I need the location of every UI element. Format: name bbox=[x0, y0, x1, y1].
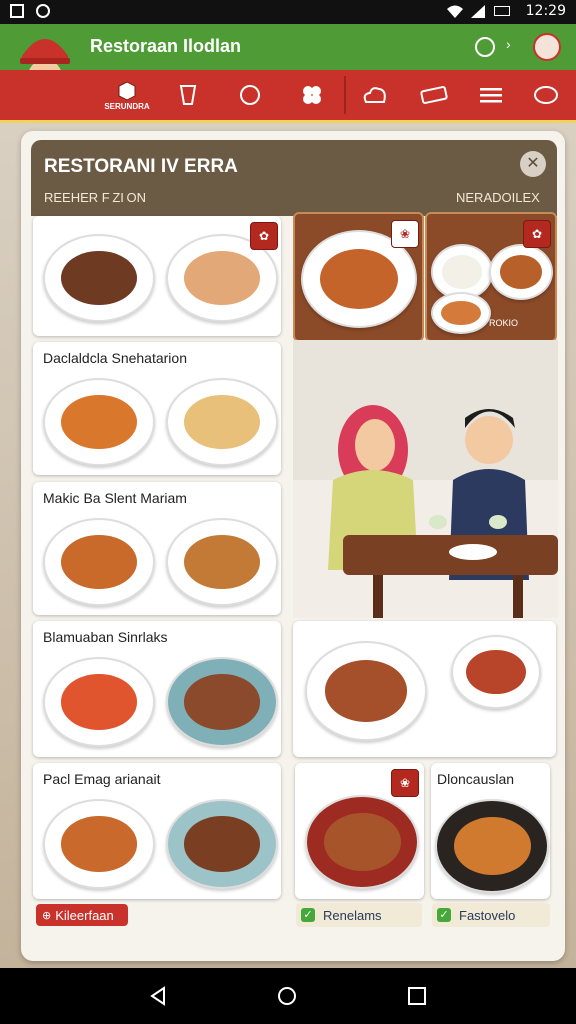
section-label-left: REEHER F ZI ON bbox=[44, 190, 146, 205]
filter-chip-label: Fastovelo bbox=[459, 907, 516, 923]
dish-image bbox=[43, 378, 155, 466]
dish-image bbox=[43, 657, 155, 747]
diners-illustration bbox=[293, 340, 558, 618]
checkbox-icon: ✓ bbox=[437, 908, 451, 922]
menu-button[interactable] bbox=[469, 76, 513, 114]
flower-badge-icon: ❀ bbox=[391, 769, 419, 797]
dish-image bbox=[305, 641, 427, 741]
menu-tile[interactable]: Dloncauslan bbox=[431, 763, 550, 899]
nav-item-chef[interactable] bbox=[228, 76, 272, 114]
footer-tag-label: Kileerfaan bbox=[55, 907, 114, 923]
filter-chip-renelams[interactable]: ✓ Renelams bbox=[296, 903, 422, 927]
panel-label: ROKIO bbox=[489, 318, 519, 328]
home-icon[interactable] bbox=[277, 986, 297, 1006]
system-nav-bar bbox=[0, 968, 576, 1024]
recents-icon[interactable] bbox=[407, 986, 427, 1006]
dish-image bbox=[166, 378, 278, 466]
status-bar: 12:29 bbox=[0, 0, 576, 24]
leaf-badge-icon: ✿ bbox=[523, 220, 551, 248]
nav-item-label: SERUNDRA bbox=[104, 102, 150, 111]
tile-label: Dloncauslan bbox=[437, 771, 515, 787]
leaf-badge-icon: ✿ bbox=[250, 222, 278, 250]
featured-dish-panel[interactable]: ❀ bbox=[293, 212, 424, 342]
nav-divider bbox=[344, 76, 346, 114]
dish-image bbox=[166, 799, 278, 889]
cloud-icon bbox=[363, 87, 386, 103]
timer-icon[interactable] bbox=[475, 37, 495, 57]
tile-label: Makic Ba Slent Mariam bbox=[43, 490, 187, 506]
menu-tile[interactable]: Daclaldcla Snehatarion bbox=[33, 342, 281, 475]
wifi-icon bbox=[447, 5, 463, 18]
dish-image bbox=[451, 635, 541, 709]
arrow-icon[interactable]: › bbox=[506, 36, 511, 52]
filter-chip-fastovelo[interactable]: ✓ Fastovelo bbox=[432, 903, 550, 927]
dish-image bbox=[43, 518, 155, 606]
nav-item-flower[interactable] bbox=[290, 76, 334, 114]
menu-icon bbox=[480, 88, 502, 103]
box-icon bbox=[118, 81, 136, 101]
dish-image bbox=[305, 795, 419, 889]
dish-image bbox=[166, 657, 278, 747]
dish-image bbox=[431, 292, 491, 334]
dish-image bbox=[43, 234, 155, 322]
menu-tile[interactable]: ✿ bbox=[33, 216, 281, 336]
menu-tile[interactable]: Makic Ba Slent Mariam bbox=[33, 482, 281, 615]
dish-image bbox=[43, 799, 155, 889]
close-button[interactable]: ✕ bbox=[520, 151, 546, 177]
menu-tile[interactable]: Blamuaban Sinrlaks bbox=[33, 621, 281, 757]
tag-icon: ⊕ bbox=[42, 909, 52, 922]
tile-label: Pacl Emag arianait bbox=[43, 771, 161, 787]
tile-label: Daclaldcla Snehatarion bbox=[43, 350, 187, 366]
search-icon[interactable] bbox=[533, 33, 561, 61]
back-icon[interactable] bbox=[148, 986, 168, 1006]
app-bar: Restoraan Ilodlan › bbox=[0, 24, 576, 118]
nav-item-food[interactable] bbox=[524, 76, 568, 114]
menu-card-title: RESTORANI IV ERRA bbox=[44, 156, 238, 177]
gallery-icon bbox=[10, 4, 24, 18]
nav-item-ticket[interactable] bbox=[412, 76, 456, 114]
flower-badge-icon: ❀ bbox=[391, 220, 419, 248]
nav-item-restaurant[interactable]: SERUNDRA bbox=[104, 76, 150, 114]
signal-icon bbox=[471, 5, 485, 18]
footer-tag-left[interactable]: ⊕ Kileerfaan bbox=[36, 904, 128, 926]
menu-tile[interactable]: ❀ bbox=[295, 763, 424, 899]
checkbox-icon: ✓ bbox=[301, 908, 315, 922]
featured-dish-panel[interactable]: ROKIO ✿ bbox=[425, 212, 557, 342]
nav-item-drink[interactable] bbox=[166, 76, 210, 114]
menu-tile[interactable]: Pacl Emag arianait bbox=[33, 763, 281, 899]
cup-icon bbox=[179, 85, 197, 105]
section-label-right: NERADOILEX bbox=[456, 190, 540, 205]
nav-item-cloud[interactable] bbox=[353, 76, 397, 114]
dish-icon bbox=[534, 86, 558, 104]
menu-tile[interactable] bbox=[293, 621, 556, 757]
dish-image bbox=[166, 518, 278, 606]
category-nav-bar: SERUNDRA bbox=[0, 70, 576, 123]
status-time: 12:29 bbox=[525, 3, 566, 19]
battery-icon bbox=[494, 6, 510, 16]
chef-hat-icon bbox=[240, 85, 260, 105]
dish-image bbox=[435, 799, 549, 893]
dish-image bbox=[489, 244, 553, 300]
filter-chip-label: Renelams bbox=[323, 907, 382, 923]
app-title: Restoraan Ilodlan bbox=[90, 36, 242, 56]
ticket-icon bbox=[420, 86, 448, 104]
flower-icon bbox=[303, 86, 321, 104]
settings-icon bbox=[36, 4, 50, 18]
tile-label: Blamuaban Sinrlaks bbox=[43, 629, 168, 645]
